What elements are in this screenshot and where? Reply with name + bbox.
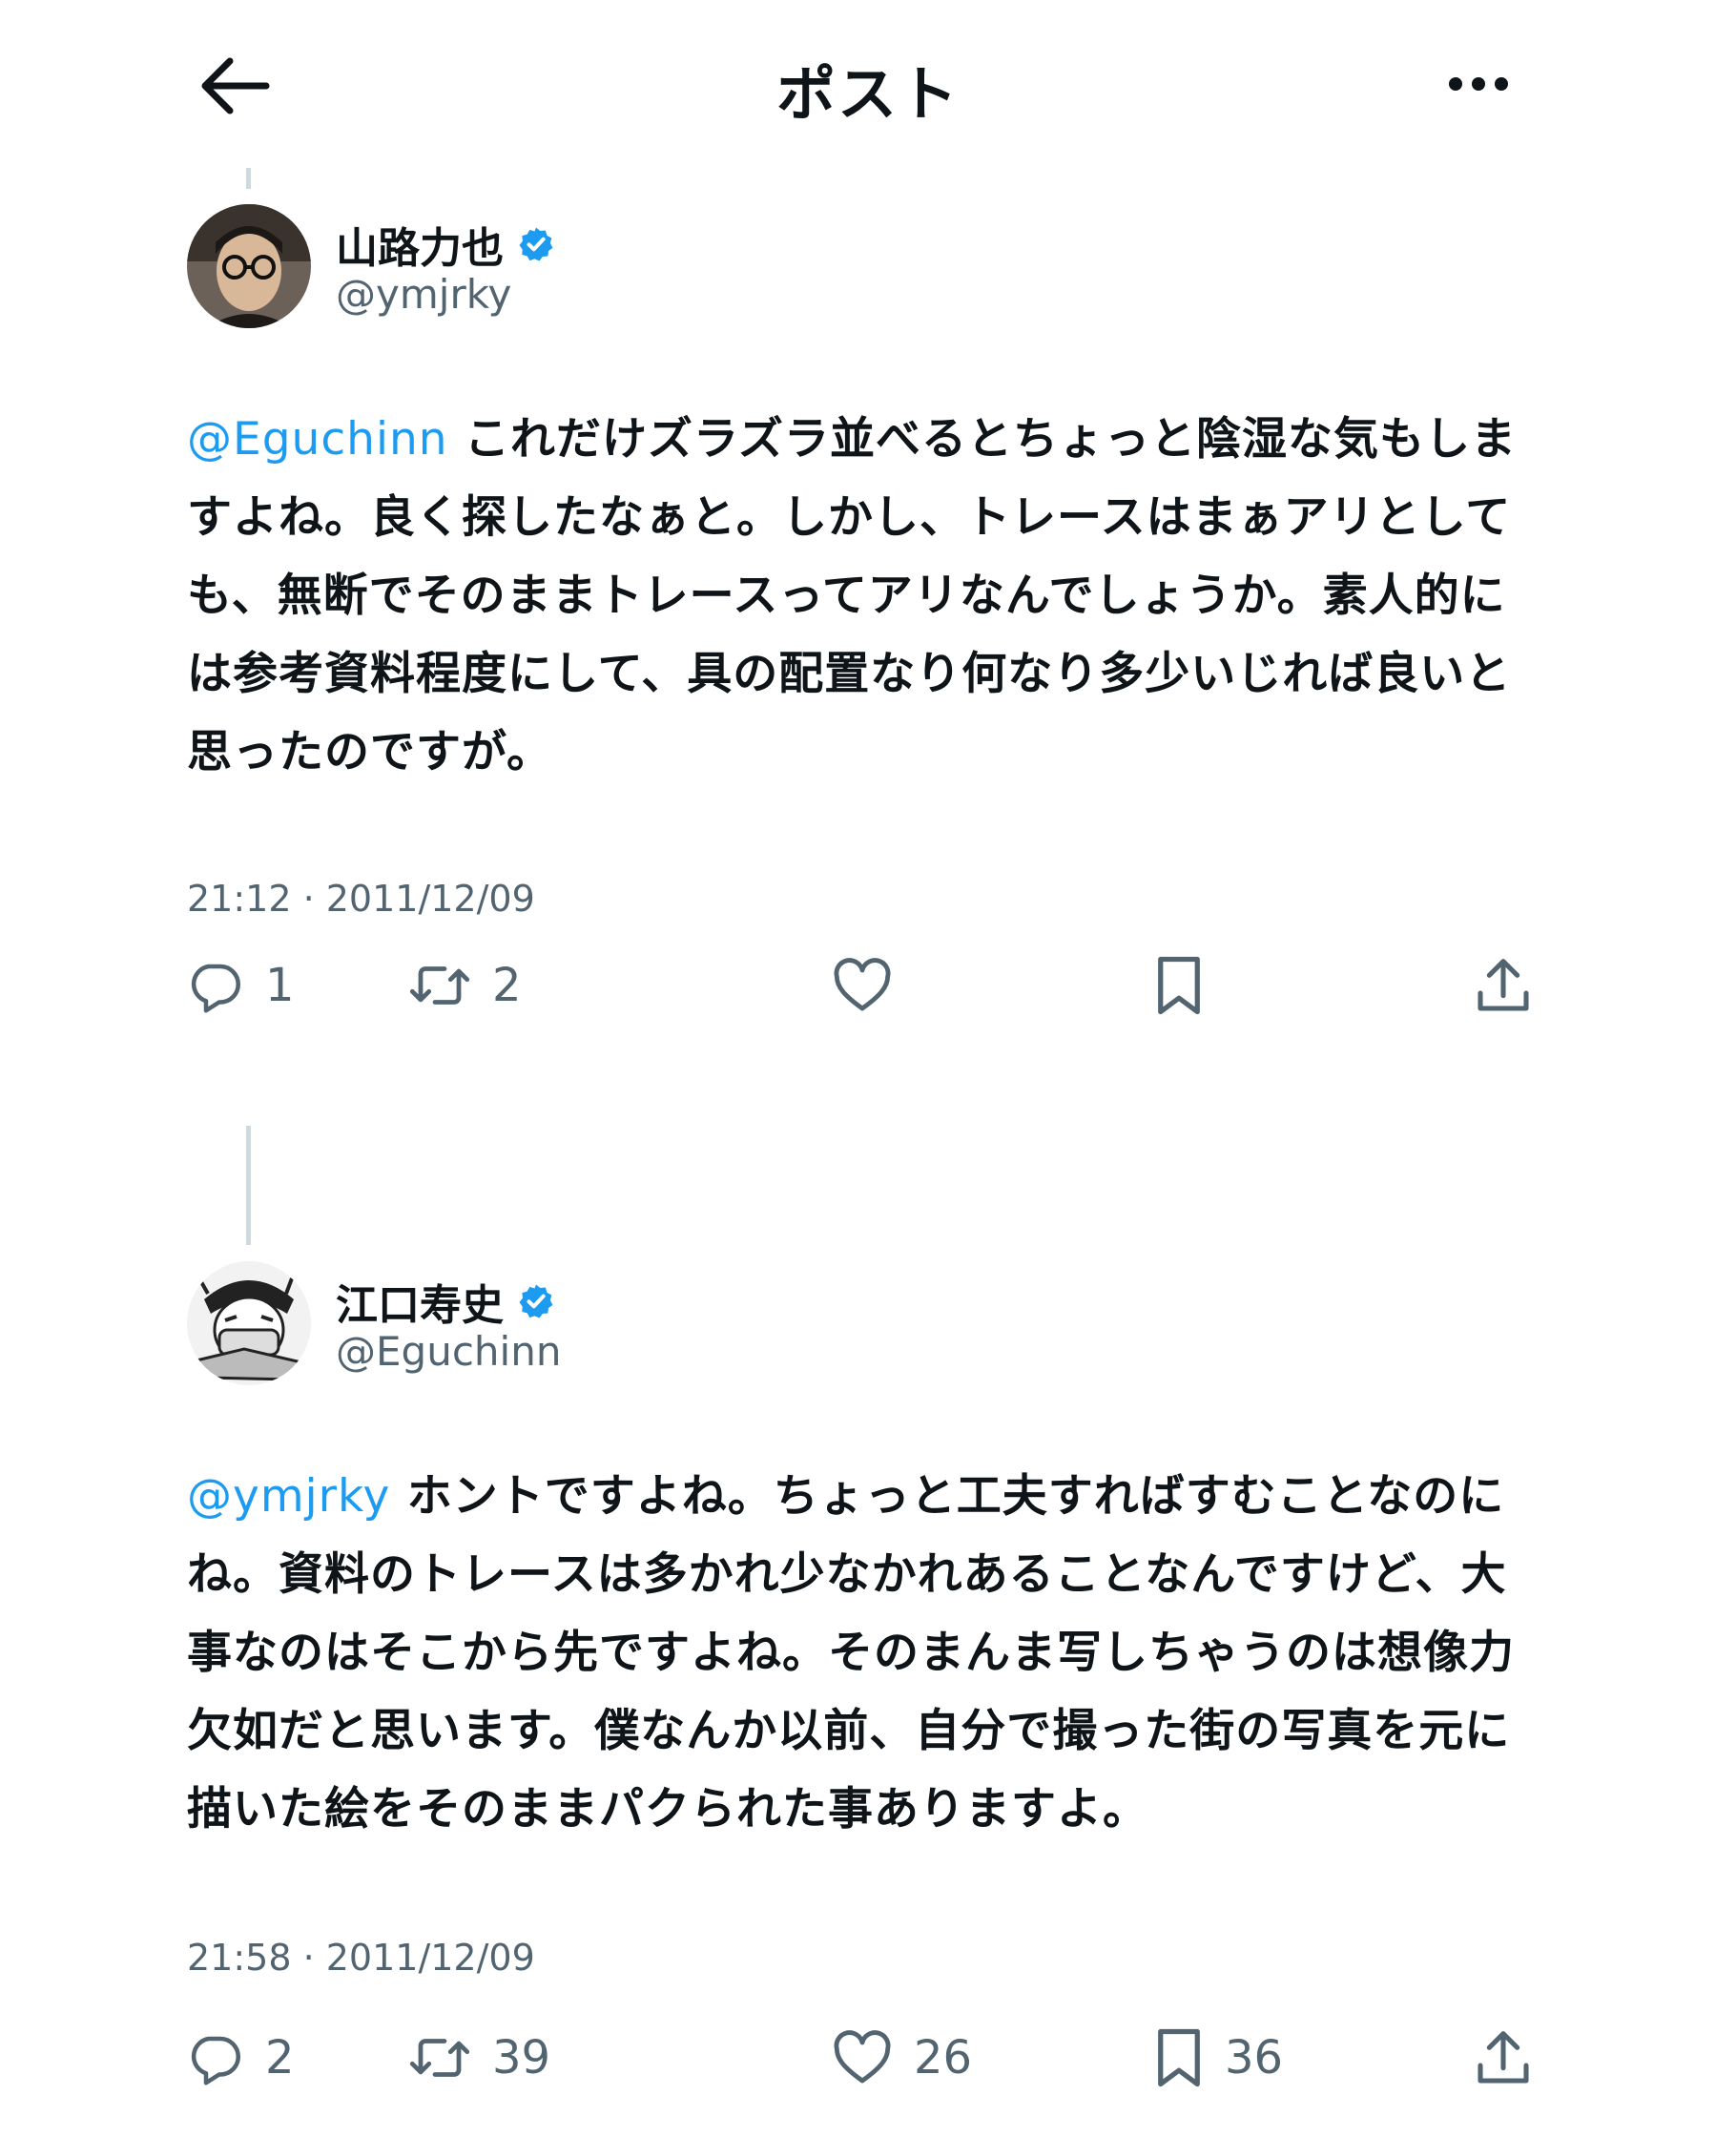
like-count: 26: [914, 2031, 973, 2085]
post-timestamp[interactable]: 21:12 · 2011/12/09: [187, 878, 535, 920]
share-icon: [1478, 2031, 1529, 2084]
name-row: 山路力也: [336, 214, 555, 275]
share-button[interactable]: [1475, 943, 1532, 1028]
verified-badge-icon: [519, 1284, 553, 1318]
display-name: 江口寿史: [336, 1281, 504, 1330]
thread-line-middle: [246, 1126, 251, 1245]
name-row: 江口寿史: [336, 1271, 555, 1332]
repost-icon: [409, 966, 470, 1005]
more-icon-dot: [1495, 77, 1508, 91]
bookmark-icon: [1158, 956, 1200, 1015]
action-bar: 1 2: [187, 943, 1560, 1028]
mention-link[interactable]: @ymjrky: [187, 1470, 390, 1523]
more-icon-dot: [1472, 77, 1485, 91]
post-body: ホントですよね。ちょっと工夫すればすむことなのにね。資料のトレースは多かれ少なか…: [187, 1470, 1515, 1836]
post-text: @Eguchinn これだけズラズラ並べるとちょっと陰湿な気もしますよね。良く探…: [187, 401, 1551, 792]
bookmark-button[interactable]: 36: [1154, 2015, 1283, 2101]
repost-count: 39: [492, 2031, 551, 2085]
reply-icon: [191, 2036, 240, 2085]
user-handle: @ymjrky: [336, 271, 512, 318]
like-icon: [834, 958, 891, 1011]
reply-button[interactable]: 2: [187, 2015, 295, 2101]
like-button[interactable]: [832, 943, 914, 1028]
more-icon: [1449, 77, 1462, 91]
more-options-button[interactable]: [1431, 55, 1526, 113]
reply-button[interactable]: 1: [187, 943, 295, 1028]
share-button[interactable]: [1475, 2015, 1532, 2101]
bookmark-button[interactable]: [1154, 943, 1225, 1028]
action-bar: 2 39 26 36: [187, 2015, 1560, 2101]
mention-link[interactable]: @Eguchinn: [187, 413, 448, 466]
display-name: 山路力也: [336, 224, 504, 273]
reply-count: 1: [265, 959, 295, 1012]
share-icon: [1478, 959, 1529, 1011]
repost-button[interactable]: 39: [408, 2015, 550, 2101]
post-ymjrky: 山路力也 @ymjrky @Eguchinn これだけズラズラ並べるとちょっと陰…: [187, 204, 1560, 1063]
reply-icon: [191, 964, 240, 1013]
thread-line-top: [246, 168, 251, 189]
bookmark-icon: [1158, 2028, 1200, 2087]
top-bar: ポスト: [0, 0, 1736, 172]
avatar[interactable]: [187, 204, 311, 328]
avatar[interactable]: [187, 1261, 311, 1385]
post-eguchinn: 江口寿史 @Eguchinn @ymjrky ホントですよね。ちょっと工夫すれば…: [187, 1261, 1560, 2137]
verified-badge-icon: [519, 227, 553, 261]
post-body: これだけズラズラ並べるとちょっと陰湿な気もしますよね。良く探したなぁと。しかし、…: [187, 413, 1518, 778]
post-text: @ymjrky ホントですよね。ちょっと工夫すればすむことなのにね。資料のトレー…: [187, 1458, 1551, 1849]
repost-icon: [409, 2039, 470, 2077]
repost-button[interactable]: 2: [408, 943, 522, 1028]
post-author[interactable]: 江口寿史 @Eguchinn: [187, 1261, 1045, 1385]
post-author[interactable]: 山路力也 @ymjrky: [187, 204, 1045, 328]
reply-count: 2: [265, 2031, 295, 2085]
like-icon: [834, 2030, 891, 2084]
repost-count: 2: [492, 959, 522, 1012]
like-button[interactable]: 26: [832, 2015, 972, 2101]
post-timestamp[interactable]: 21:58 · 2011/12/09: [187, 1937, 535, 1979]
user-handle: @Eguchinn: [336, 1328, 562, 1375]
bookmark-count: 36: [1225, 2031, 1284, 2085]
